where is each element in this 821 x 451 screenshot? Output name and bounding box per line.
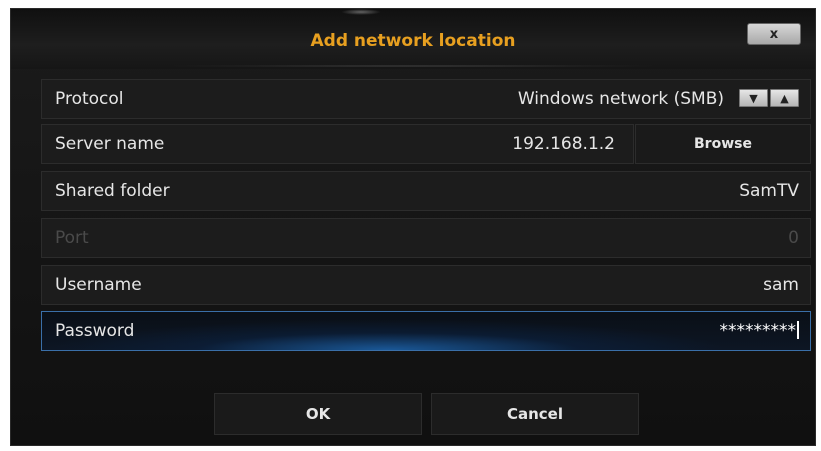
close-button[interactable]: x (747, 23, 801, 45)
server-name-row[interactable]: Server name 192.168.1.2 (41, 124, 634, 164)
password-field[interactable]: ********* (719, 321, 799, 341)
protocol-up-button[interactable]: ▲ (770, 89, 799, 107)
dialog-titlebar: Add network location x (11, 9, 815, 69)
protocol-label: Protocol (55, 89, 124, 109)
triangle-up-icon: ▲ (780, 92, 789, 105)
shared-folder-value: SamTV (739, 181, 799, 201)
port-value: 0 (788, 228, 799, 248)
port-label: Port (55, 228, 89, 248)
ok-button[interactable]: OK (214, 393, 422, 435)
port-row: Port 0 (41, 218, 811, 258)
triangle-down-icon: ▼ (749, 92, 758, 105)
close-icon: x (769, 27, 779, 42)
password-row[interactable]: Password ********* (41, 311, 811, 351)
shared-folder-row[interactable]: Shared folder SamTV (41, 171, 811, 211)
password-label: Password (55, 321, 135, 341)
server-name-label: Server name (55, 134, 165, 154)
titlebar-glow (341, 9, 381, 15)
protocol-down-button[interactable]: ▼ (739, 89, 768, 107)
browse-button[interactable]: Browse (635, 124, 811, 164)
protocol-row[interactable]: Protocol Windows network (SMB) ▼ ▲ (41, 79, 811, 119)
shared-folder-label: Shared folder (55, 181, 170, 201)
username-row[interactable]: Username sam (41, 265, 811, 305)
text-caret (797, 321, 799, 339)
add-network-location-dialog: Add network location x Protocol Windows … (10, 8, 816, 446)
dialog-title: Add network location (310, 31, 516, 51)
cancel-button[interactable]: Cancel (431, 393, 639, 435)
protocol-value: Windows network (SMB) (517, 89, 724, 109)
username-label: Username (55, 275, 142, 295)
password-value: ********* (719, 321, 797, 341)
username-value: sam (763, 275, 799, 295)
server-name-value: 192.168.1.2 (512, 134, 615, 154)
